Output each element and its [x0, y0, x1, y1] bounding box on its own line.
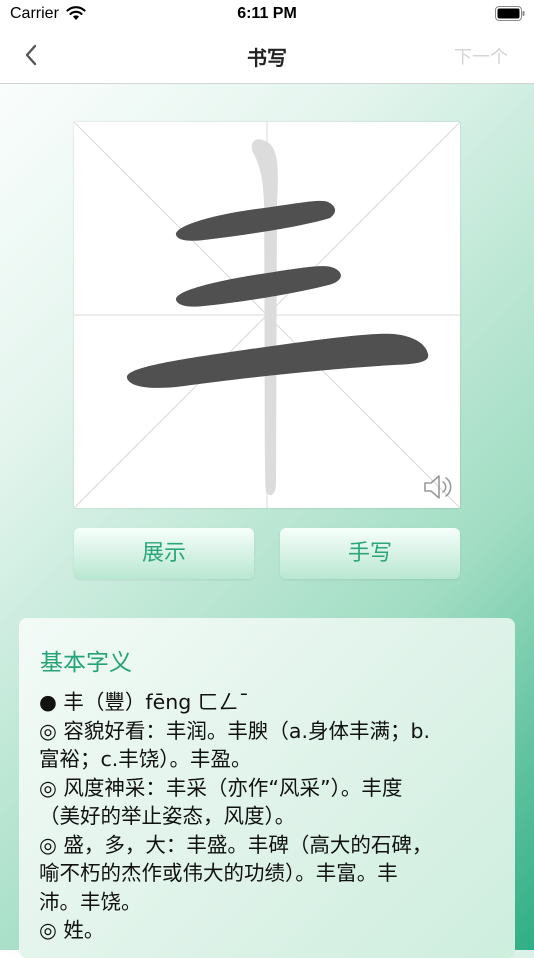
handwrite-button[interactable]: 手写 — [280, 528, 460, 579]
stroke-horizontal-1 — [175, 200, 336, 241]
definition-heading: 基本字义 — [40, 650, 132, 676]
stroke-horizontal-2 — [175, 266, 341, 307]
clock: 6:11 PM — [237, 5, 297, 22]
definition-line: 沛。丰饶。 — [39, 889, 142, 914]
battery-icon — [495, 6, 525, 21]
stroke-horizontal-3 — [126, 333, 429, 388]
definition-line: ◎ 容貌好看：丰润。丰腴（a.身体丰满；b. — [39, 718, 431, 743]
next-button[interactable]: 下一个 — [454, 43, 508, 69]
character-grid — [74, 122, 460, 508]
nav-bar: 书写 下一个 — [0, 28, 534, 84]
definition-line: （美好的举止姿态，风度）。 — [39, 804, 296, 828]
definition-line: ◎ 姓。 — [39, 918, 105, 942]
speaker-icon[interactable] — [422, 472, 454, 502]
definition-line: ◎ 风度神采：丰采（亦作“风采”）。丰度 — [39, 775, 403, 800]
show-button[interactable]: 展示 — [74, 528, 254, 579]
status-bar: Carrier 6:11 PM — [0, 0, 534, 28]
character-canvas[interactable] — [74, 122, 460, 508]
definition-card: 基本字义 ● 丰（豐）fēng ㄈㄥˉ ◎ 容貌好看：丰润。丰腴（a.身体丰满；… — [19, 618, 515, 958]
definition-body: ● 丰（豐）fēng ㄈㄥˉ ◎ 容貌好看：丰润。丰腴（a.身体丰满；b. 富裕… — [39, 688, 509, 945]
definition-line: ◎ 盛，多，大：丰盛。丰碑（高大的石碑， — [39, 832, 433, 857]
definition-line: 富裕；c.丰饶）。丰盈。 — [39, 747, 252, 771]
stroke-vertical — [251, 139, 278, 496]
definition-line: 喻不朽的杰作或伟大的功绩）。丰富。丰 — [39, 861, 398, 885]
definition-line: ● 丰（豐）fēng ㄈㄥˉ — [39, 690, 250, 714]
